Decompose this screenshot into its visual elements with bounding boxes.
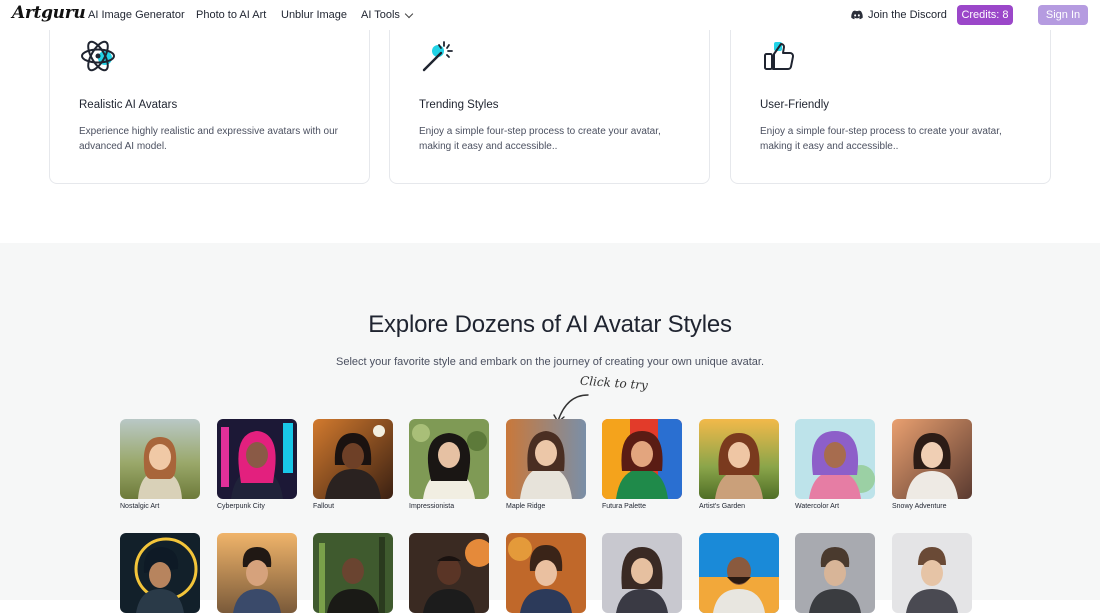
- style-tile-row2-9[interactable]: [892, 533, 972, 613]
- sign-in-button[interactable]: Sign In: [1038, 5, 1088, 25]
- style-tile-row2-5[interactable]: [506, 533, 586, 613]
- thumbs-up-icon: [764, 42, 795, 70]
- avatar-thumbnail: [506, 533, 586, 613]
- click-to-try-hint: Click to try: [579, 373, 649, 393]
- style-label: Impressionista: [409, 503, 455, 510]
- join-discord-label: Join the Discord: [868, 9, 947, 21]
- avatar-thumbnail: [892, 419, 972, 499]
- style-tile-row2-4[interactable]: [409, 533, 489, 613]
- avatar-thumbnail: [892, 533, 972, 613]
- style-tile-artists-garden[interactable]: Artist's Garden: [699, 419, 779, 510]
- magic-wand-icon: [422, 41, 453, 72]
- avatar-thumbnail: [699, 533, 779, 613]
- feature-title: Trending Styles: [419, 99, 499, 111]
- style-tile-fallout[interactable]: Fallout: [313, 419, 393, 510]
- feature-title: Realistic AI Avatars: [79, 99, 178, 111]
- style-tile-row2-6[interactable]: [602, 533, 682, 613]
- style-tile-row2-8[interactable]: [795, 533, 875, 613]
- avatar-thumbnail: [795, 533, 875, 613]
- feature-card-realistic: Realistic AI Avatars Experience highly r…: [49, 10, 370, 184]
- feature-description: Experience highly realistic and expressi…: [79, 126, 339, 152]
- avatar-thumbnail: [217, 419, 297, 499]
- style-label: Watercolor Art: [795, 503, 840, 510]
- style-label: Maple Ridge: [506, 503, 546, 510]
- style-label: Snowy Adventure: [892, 503, 947, 510]
- avatar-thumbnail: [313, 419, 393, 499]
- style-tile-snowy-adventure[interactable]: Snowy Adventure: [892, 419, 972, 510]
- avatar-thumbnail: [313, 533, 393, 613]
- chevron-down-icon: [404, 9, 414, 18]
- style-label: Fallout: [313, 503, 335, 510]
- explore-styles-section: Explore Dozens of AI Avatar Styles Selec…: [0, 243, 1100, 613]
- credits-button[interactable]: Credits: 8: [957, 5, 1013, 25]
- style-tile-watercolor-art[interactable]: Watercolor Art: [795, 419, 875, 510]
- atom-icon: [81, 40, 115, 72]
- feature-title: User-Friendly: [760, 99, 830, 111]
- style-label: Nostalgic Art: [120, 503, 160, 510]
- style-tile-row2-2[interactable]: [217, 533, 297, 613]
- feature-description: Enjoy a simple four-step process to crea…: [760, 126, 1002, 152]
- discord-icon: [851, 10, 863, 20]
- feature-description: Enjoy a simple four-step process to crea…: [419, 126, 661, 152]
- avatar-thumbnail: [120, 419, 200, 499]
- join-discord-link[interactable]: Join the Discord: [851, 9, 947, 21]
- style-tile-row2-1[interactable]: [120, 533, 200, 613]
- avatar-thumbnail: [217, 533, 297, 613]
- avatar-thumbnail: [795, 419, 875, 499]
- avatar-thumbnail: [120, 533, 200, 613]
- style-tile-impressionista[interactable]: Impressionista: [409, 419, 489, 510]
- avatar-thumbnail: [506, 419, 586, 499]
- avatar-thumbnail: [699, 419, 779, 499]
- style-label: Artist's Garden: [699, 503, 746, 510]
- style-tile-nostalgic-art[interactable]: Nostalgic Art: [120, 419, 200, 510]
- style-label: Futura Palette: [602, 503, 646, 510]
- feature-card-trending: Trending Styles Enjoy a simple four-step…: [389, 10, 710, 184]
- feature-card-user-friendly: User-Friendly Enjoy a simple four-step p…: [730, 10, 1051, 184]
- style-label: Cyberpunk City: [217, 503, 265, 510]
- avatar-thumbnail: [409, 533, 489, 613]
- section-title: Explore Dozens of AI Avatar Styles: [368, 311, 732, 338]
- avatar-thumbnail: [409, 419, 489, 499]
- style-tile-futura-palette[interactable]: Futura Palette: [602, 419, 682, 510]
- avatar-thumbnail: [602, 533, 682, 613]
- nav-ai-tools-label: AI Tools: [361, 9, 400, 21]
- style-tile-row2-3[interactable]: [313, 533, 393, 613]
- top-nav: Artguru AI Image Generator Photo to AI A…: [0, 0, 1100, 30]
- style-tile-maple-ridge[interactable]: Maple Ridge: [506, 419, 586, 510]
- nav-ai-tools-dropdown[interactable]: AI Tools: [361, 9, 414, 21]
- style-tile-row2-7[interactable]: [699, 533, 779, 613]
- nav-ai-image-generator[interactable]: AI Image Generator: [88, 9, 185, 21]
- logo[interactable]: Artguru: [12, 3, 86, 23]
- style-tile-cyberpunk-city[interactable]: Cyberpunk City: [217, 419, 297, 510]
- avatar-thumbnail: [602, 419, 682, 499]
- nav-unblur-image[interactable]: Unblur Image: [281, 9, 347, 21]
- nav-photo-to-ai-art[interactable]: Photo to AI Art: [196, 9, 266, 21]
- section-subtitle: Select your favorite style and embark on…: [335, 356, 765, 368]
